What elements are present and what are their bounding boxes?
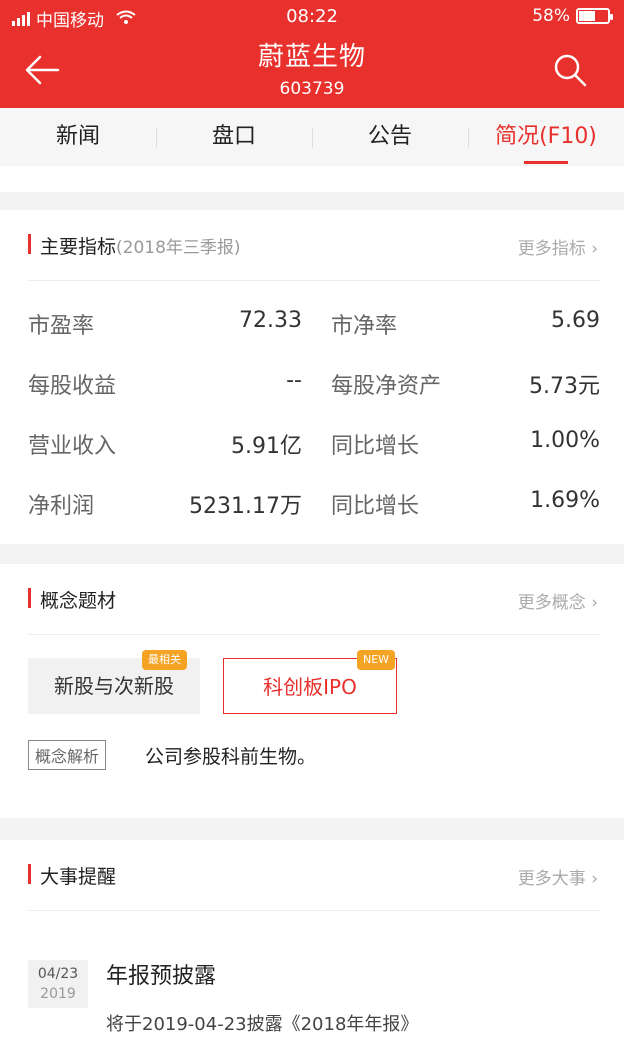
concepts-title: 概念题材 xyxy=(40,590,117,612)
divider xyxy=(28,634,600,635)
indicator-label: 同比增长 xyxy=(331,494,420,519)
event-date-badge: 04/23 2019 xyxy=(28,960,88,1008)
tab-news[interactable]: 新闻 xyxy=(0,108,156,166)
indicator-label: 每股净资产 xyxy=(331,374,442,399)
tab-spacer xyxy=(0,166,624,192)
section-accent-bar xyxy=(28,234,31,254)
indicator-value: -- xyxy=(286,368,302,393)
tab-quote[interactable]: 盘口 xyxy=(156,108,312,166)
status-time: 08:22 xyxy=(286,6,338,27)
battery-percent: 58% xyxy=(532,6,570,26)
indicators-title: 主要指标 xyxy=(40,236,117,258)
indicator-row: 市盈率 72.33 市净率 5.69 xyxy=(28,308,600,368)
indicator-value: 1.69% xyxy=(530,488,600,513)
indicators-header: 主要指标(2018年三季报) 更多指标 › xyxy=(28,232,604,259)
event-title[interactable]: 年报预披露 xyxy=(106,958,216,990)
indicator-value: 72.33 xyxy=(239,308,302,333)
indicator-label: 市净率 xyxy=(331,314,398,339)
indicator-value: 1.00% xyxy=(530,428,600,453)
indicator-label: 净利润 xyxy=(28,494,95,519)
battery-icon xyxy=(576,8,613,24)
concept-analysis-tag[interactable]: 概念解析 xyxy=(28,740,107,770)
indicator-value: 5231.17万 xyxy=(189,494,302,519)
search-icon[interactable] xyxy=(552,52,588,88)
indicator-row: 每股收益 -- 每股净资产 5.73元 xyxy=(28,368,600,428)
events-card: 大事提醒 更多大事 › 04/23 2019 年报预披露 将于2019-04-2… xyxy=(0,840,624,1038)
concept-badge: 最相关 xyxy=(142,650,187,670)
events-title: 大事提醒 xyxy=(40,866,117,888)
more-concepts-link[interactable]: 更多概念 › xyxy=(518,588,598,613)
indicator-value: 5.91亿 xyxy=(231,434,302,459)
indicator-row: 净利润 5231.17万 同比增长 1.69% xyxy=(28,488,600,548)
events-header: 大事提醒 更多大事 › xyxy=(28,862,604,889)
divider xyxy=(28,280,600,281)
indicator-label: 每股收益 xyxy=(28,374,117,399)
concepts-header: 概念题材 更多概念 › xyxy=(28,586,604,613)
concepts-card: 概念题材 更多概念 › 新股与次新股 最相关 科创板IPO NEW 概念解析 公… xyxy=(0,564,624,818)
tab-bar: 新闻 盘口 公告 简况(F10) xyxy=(0,108,624,166)
stock-title: 蔚蓝生物 603739 xyxy=(0,36,624,99)
indicators-card: 主要指标(2018年三季报) 更多指标 › 市盈率 72.33 市净率 5.69… xyxy=(0,210,624,544)
stock-name: 蔚蓝生物 xyxy=(257,42,366,72)
tab-f10[interactable]: 简况(F10) xyxy=(468,108,624,166)
indicators-grid: 市盈率 72.33 市净率 5.69 每股收益 -- 每股净资产 5.73元 营… xyxy=(28,308,600,548)
tab-announcements[interactable]: 公告 xyxy=(312,108,468,166)
event-year: 2019 xyxy=(40,986,76,1002)
indicator-label: 营业收入 xyxy=(28,434,117,459)
indicator-label: 市盈率 xyxy=(28,314,95,339)
new-badge: NEW xyxy=(357,650,396,670)
stock-code: 603739 xyxy=(279,79,345,99)
indicator-value: 5.69 xyxy=(551,308,600,333)
event-date: 04/23 xyxy=(37,966,79,982)
indicator-label: 同比增长 xyxy=(331,434,420,459)
more-events-link[interactable]: 更多大事 › xyxy=(518,864,598,889)
section-accent-bar xyxy=(28,864,31,884)
battery-fill xyxy=(579,11,595,21)
indicator-row: 营业收入 5.91亿 同比增长 1.00% xyxy=(28,428,600,488)
indicator-value: 5.73元 xyxy=(529,374,600,399)
concept-analysis-text: 公司参股科前生物。 xyxy=(145,746,317,768)
event-description: 将于2019-04-23披露《2018年年报》 xyxy=(106,1014,419,1035)
section-accent-bar xyxy=(28,588,31,608)
more-indicators-link[interactable]: 更多指标 › xyxy=(518,234,598,259)
divider xyxy=(28,910,600,911)
app-header: 中国移动 08:22 58% 蔚蓝生物 603739 xyxy=(0,0,624,108)
status-bar: 中国移动 08:22 58% xyxy=(0,0,624,34)
indicators-subtitle: (2018年三季报) xyxy=(116,238,241,258)
